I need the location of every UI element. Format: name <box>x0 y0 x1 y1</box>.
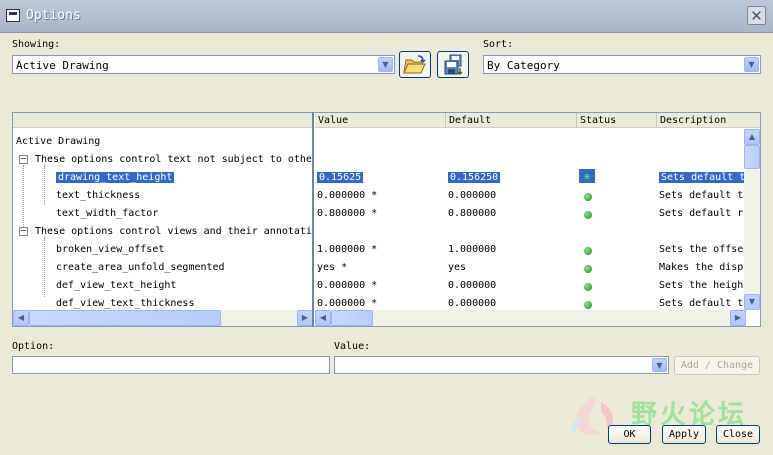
header-description[interactable]: Description <box>657 113 760 128</box>
value-cell[interactable]: 0.000000 * <box>317 187 377 205</box>
scroll-left-icon[interactable]: ◀ <box>13 310 29 326</box>
title-bar: Options ✕ <box>0 0 773 33</box>
scroll-thumb[interactable] <box>29 310 221 326</box>
showing-label: Showing: <box>12 39 61 50</box>
vertical-scrollbar[interactable]: ▲ ▼ <box>744 129 760 310</box>
folder-open-icon <box>403 55 426 74</box>
status-ok-icon <box>584 193 592 201</box>
tree-item[interactable]: def_view_text_height <box>56 277 176 295</box>
value-cell[interactable]: yes * <box>317 259 347 277</box>
description-cell: Sets default t <box>659 190 744 201</box>
chevron-down-icon[interactable]: ▼ <box>652 358 667 372</box>
horizontal-scrollbar-left[interactable]: ◀ ▶ <box>13 310 313 326</box>
scroll-right-icon[interactable]: ▶ <box>730 310 746 326</box>
tree-item[interactable]: text_thickness <box>56 187 140 205</box>
collapse-icon[interactable]: – <box>19 155 28 164</box>
default-cell: yes <box>448 262 467 273</box>
apply-button[interactable]: Apply <box>662 425 706 444</box>
header-status-label: Status <box>580 115 617 126</box>
description-cell: Sets default r <box>659 208 744 219</box>
chevron-down-icon[interactable]: ▼ <box>744 57 759 72</box>
default-cell: 0.800000 <box>448 208 497 219</box>
header-status[interactable]: Status <box>577 113 657 128</box>
save-config-button[interactable] <box>437 51 469 78</box>
open-config-button[interactable] <box>399 51 431 78</box>
showing-value: Active Drawing <box>16 59 109 72</box>
scroll-thumb[interactable] <box>331 310 373 326</box>
tree-root[interactable]: Active Drawing <box>16 133 100 151</box>
header-default-label: Default <box>449 115 492 126</box>
status-ok-icon <box>584 211 592 219</box>
description-cell: Makes the disp <box>659 262 744 273</box>
description-cell: Sets the heigh <box>659 280 744 291</box>
value-cell[interactable]: 0.000000 * <box>317 277 377 295</box>
close-button[interactable]: Close <box>716 425 760 444</box>
header-default[interactable]: Default <box>446 113 577 128</box>
window-title: Options <box>26 8 81 23</box>
save-icon <box>444 54 463 76</box>
tree-item[interactable]: create_area_unfold_segmented <box>56 259 225 277</box>
tree-line <box>44 165 45 205</box>
value-text: 0.15625 <box>317 172 364 183</box>
scroll-left-icon[interactable]: ◀ <box>315 310 331 326</box>
tree-group[interactable]: These options control views and their an… <box>35 223 312 241</box>
tree-item[interactable]: drawing_text_height <box>56 169 175 187</box>
sort-select[interactable]: By Category ▼ <box>483 55 761 74</box>
default-text: 0.156250 <box>448 172 501 183</box>
option-field[interactable] <box>12 356 330 374</box>
close-window-button[interactable]: ✕ <box>747 6 766 25</box>
value-cell[interactable]: 0.15625 <box>317 169 364 187</box>
value-label: Value: <box>334 341 371 352</box>
header-description-label: Description <box>660 115 727 126</box>
app-icon <box>6 9 20 22</box>
changed-status-icon: ✳ <box>579 169 595 183</box>
add-change-button[interactable]: Add / Change <box>674 356 760 375</box>
ok-button[interactable]: OK <box>608 425 651 444</box>
options-grid: Value Default Status Description Active … <box>12 112 761 327</box>
tree-line <box>44 237 45 297</box>
status-ok-icon <box>584 301 592 309</box>
status-cell: ✳ <box>579 169 595 187</box>
default-cell: 0.000000 <box>448 190 497 201</box>
tree-line <box>23 165 24 227</box>
tree-item[interactable]: text_width_factor <box>56 205 158 223</box>
status-ok-icon <box>584 283 592 291</box>
value-select[interactable]: ▼ <box>334 356 669 374</box>
option-name: drawing_text_height <box>56 172 175 183</box>
header-name[interactable] <box>13 113 313 128</box>
default-cell: 0.156250 <box>448 169 501 187</box>
description-cell: Sets default t <box>659 169 748 187</box>
description-cell: Sets the offse <box>659 244 744 255</box>
value-cell[interactable]: 0.800000 * <box>317 205 377 223</box>
column-splitter[interactable] <box>312 112 314 327</box>
collapse-icon[interactable]: – <box>19 227 28 236</box>
sort-label: Sort: <box>483 39 514 50</box>
scroll-thumb[interactable] <box>744 145 760 169</box>
header-value[interactable]: Value <box>315 113 446 128</box>
description-text: Sets default t <box>659 172 748 183</box>
header-value-label: Value <box>318 115 349 126</box>
sort-value: By Category <box>487 59 560 72</box>
scroll-down-icon[interactable]: ▼ <box>744 294 760 310</box>
scroll-up-icon[interactable]: ▲ <box>744 129 760 145</box>
tree-item[interactable]: broken_view_offset <box>56 241 164 259</box>
default-cell: 0.000000 <box>448 280 497 291</box>
chevron-down-icon[interactable]: ▼ <box>378 57 393 72</box>
showing-select[interactable]: Active Drawing ▼ <box>12 55 395 74</box>
tree-group[interactable]: These options control text not subject t… <box>35 151 312 169</box>
status-ok-icon <box>584 265 592 273</box>
default-cell: 1.000000 <box>448 244 497 255</box>
close-icon: ✕ <box>750 7 763 25</box>
value-cell[interactable]: 1.000000 * <box>317 241 377 259</box>
option-label: Option: <box>12 341 55 352</box>
horizontal-scrollbar-right[interactable]: ◀ ▶ <box>315 310 746 326</box>
status-ok-icon <box>584 247 592 255</box>
scroll-right-icon[interactable]: ▶ <box>297 310 313 326</box>
